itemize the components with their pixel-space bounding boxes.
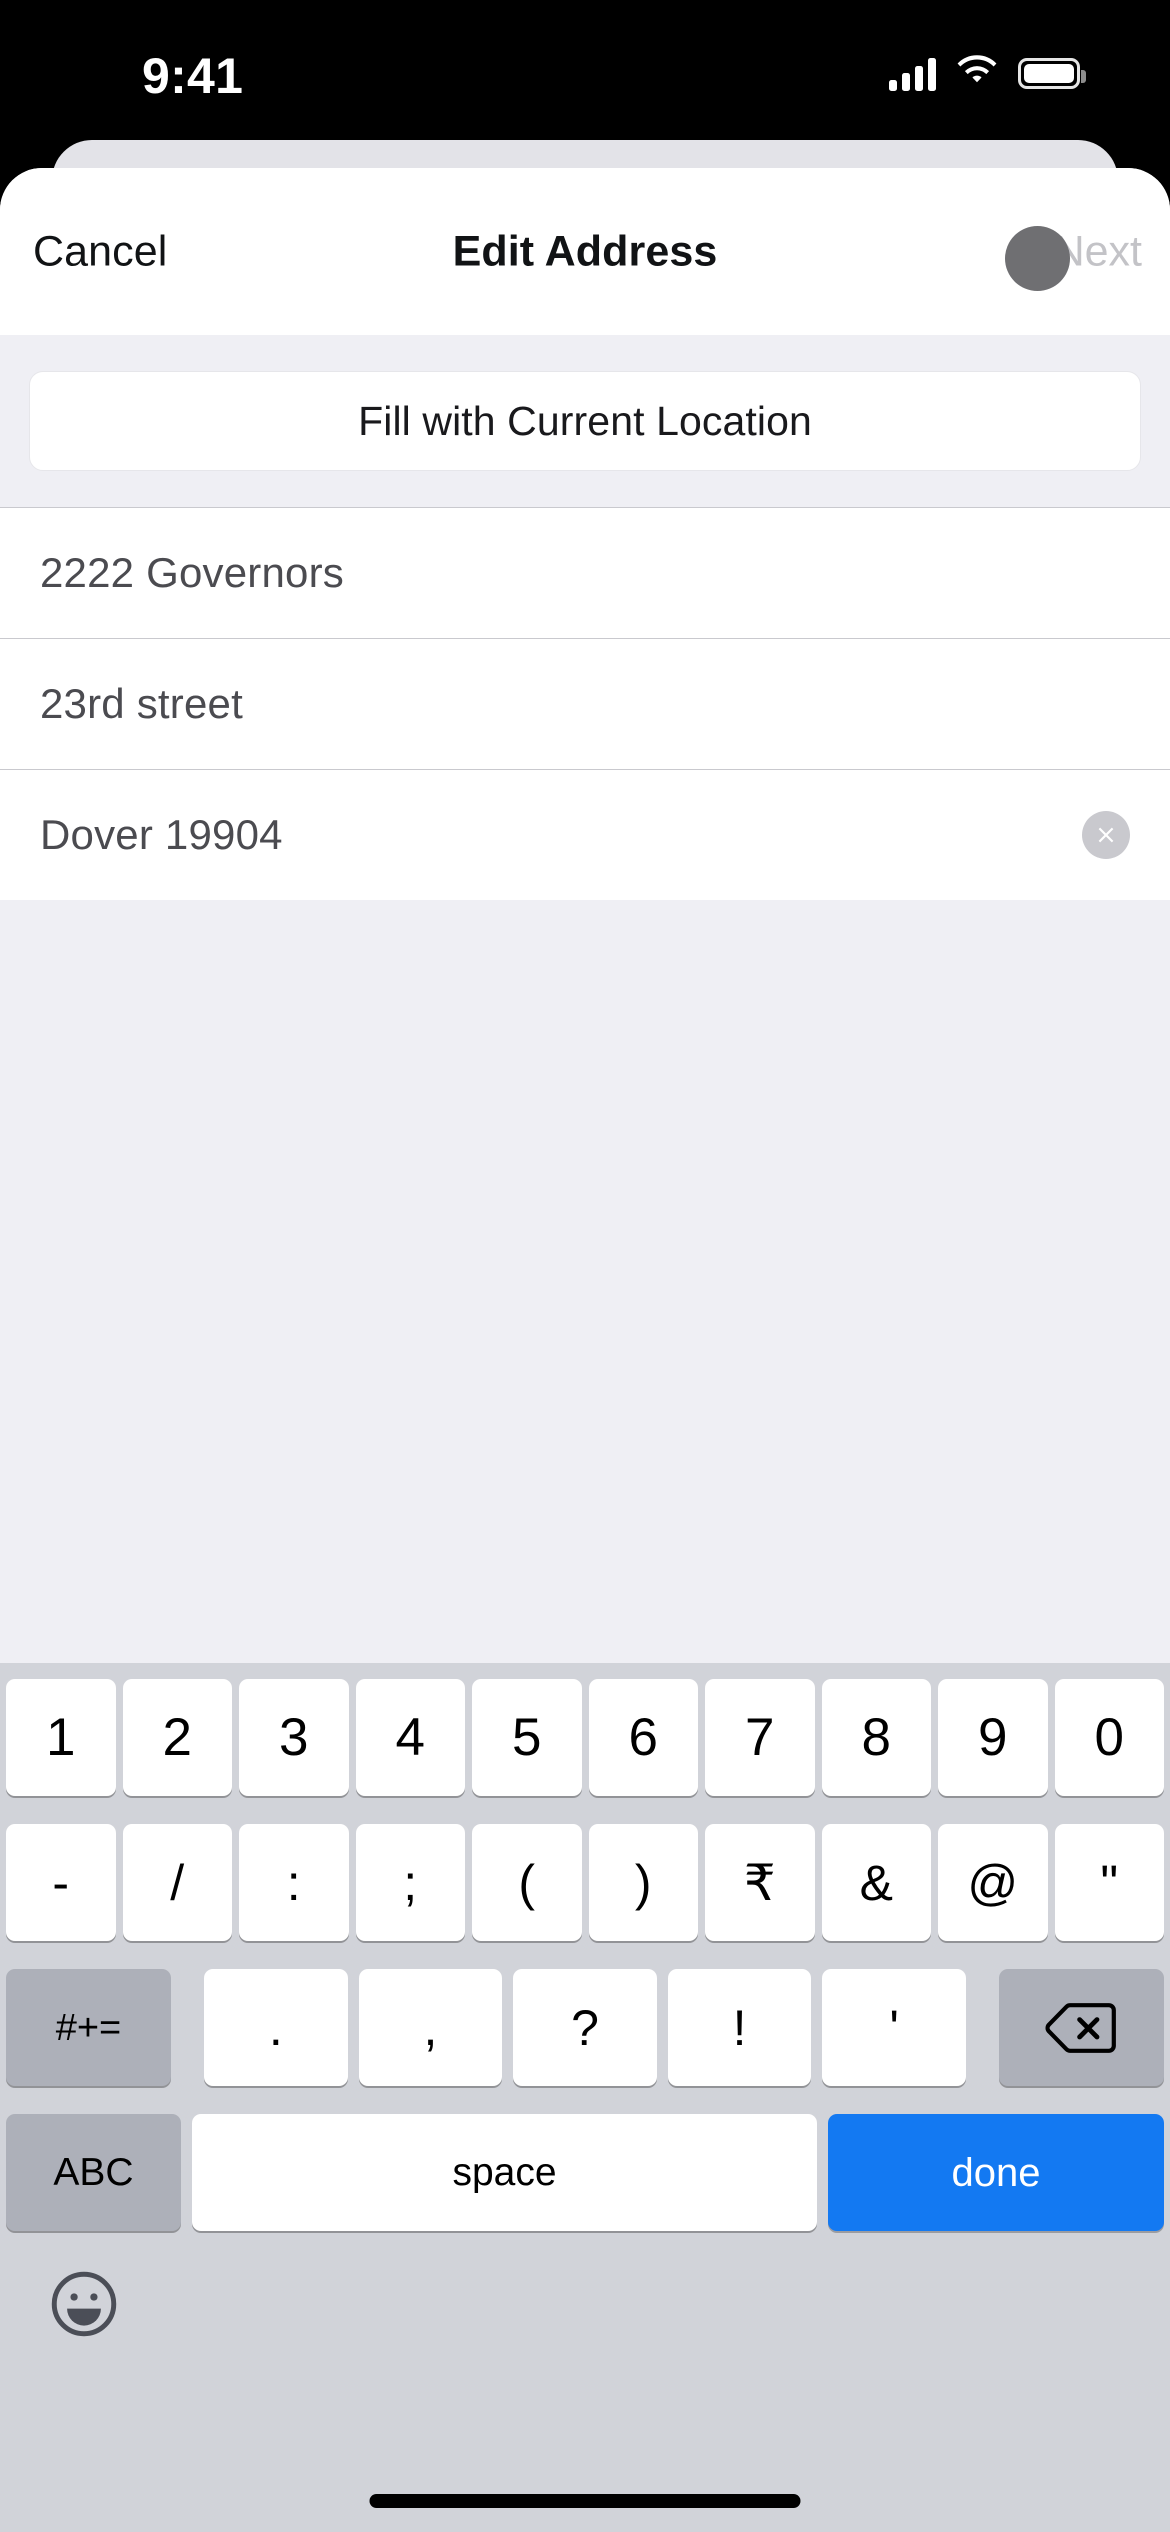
key-slash[interactable]: / <box>122 1824 232 1941</box>
next-button[interactable]: Next <box>1054 227 1142 276</box>
keyboard-bottom-bar <box>0 2231 1170 2446</box>
address-line-2-value: 23rd street <box>40 679 243 727</box>
key-semicolon[interactable]: ; <box>355 1824 465 1941</box>
city-zip-value: Dover 19904 <box>40 810 283 858</box>
key-3[interactable]: 3 <box>239 1679 349 1796</box>
emoji-glyph <box>51 2271 117 2337</box>
key-9[interactable]: 9 <box>938 1679 1048 1796</box>
address-line-1-value: 2222 Governors <box>40 548 344 596</box>
keyboard-row-numbers: 1 2 3 4 5 6 7 8 9 0 <box>0 1679 1170 1796</box>
address-fields-group: 2222 Governors 23rd street Dover 19904 <box>0 507 1170 900</box>
keyboard-row-punctuation: #+= . , ? ! ' <box>0 1969 1170 2086</box>
wifi-icon <box>956 55 998 92</box>
clear-text-icon[interactable] <box>1082 810 1130 859</box>
key-5[interactable]: 5 <box>472 1679 582 1796</box>
fill-with-current-location-button[interactable]: Fill with Current Location <box>29 371 1141 471</box>
address-field-row-2[interactable]: 23rd street <box>0 638 1170 769</box>
address-field-row-1[interactable]: 2222 Governors <box>0 507 1170 638</box>
software-keyboard: 1 2 3 4 5 6 7 8 9 0 - / : ; ( ) ₹ & @ " … <box>0 1663 1170 2532</box>
backspace-glyph <box>1045 2002 1117 2053</box>
key-8[interactable]: 8 <box>821 1679 931 1796</box>
backspace-icon[interactable] <box>998 1969 1164 2086</box>
edit-address-modal-sheet: Cancel Edit Address Next Fill with Curre… <box>0 168 1170 2532</box>
cellular-signal-icon <box>889 57 936 91</box>
key-apostrophe[interactable]: ' <box>822 1969 966 2086</box>
battery-icon <box>1018 58 1086 89</box>
key-abc-toggle[interactable]: ABC <box>6 2114 181 2231</box>
status-bar: 9:41 <box>0 0 1170 150</box>
key-4[interactable]: 4 <box>355 1679 465 1796</box>
key-7[interactable]: 7 <box>705 1679 815 1796</box>
iphone-screen: 9:41 Cancel Edit Address Next Fill with … <box>0 0 1170 2532</box>
key-hyphen[interactable]: - <box>6 1824 116 1941</box>
key-0[interactable]: 0 <box>1054 1679 1164 1796</box>
address-field-row-3[interactable]: Dover 19904 <box>0 769 1170 900</box>
page-title: Edit Address <box>452 227 718 275</box>
key-symbols-toggle[interactable]: #+= <box>6 1969 171 2086</box>
key-space[interactable]: space <box>192 2114 817 2231</box>
key-paren-close[interactable]: ) <box>588 1824 698 1941</box>
key-2[interactable]: 2 <box>122 1679 232 1796</box>
key-6[interactable]: 6 <box>588 1679 698 1796</box>
key-colon[interactable]: : <box>239 1824 349 1941</box>
key-paren-open[interactable]: ( <box>472 1824 582 1941</box>
key-question[interactable]: ? <box>513 1969 657 2086</box>
home-indicator <box>369 2494 801 2508</box>
key-ampersand[interactable]: & <box>821 1824 931 1941</box>
key-1[interactable]: 1 <box>6 1679 116 1796</box>
key-quote-double[interactable]: " <box>1054 1824 1164 1941</box>
fill-location-section: Fill with Current Location <box>0 335 1170 507</box>
key-period[interactable]: . <box>204 1969 348 2086</box>
key-exclamation[interactable]: ! <box>667 1969 812 2086</box>
keyboard-row-bottom: ABC space done <box>0 2114 1170 2231</box>
key-rupee[interactable]: ₹ <box>705 1824 815 1941</box>
keyboard-row-symbols: - / : ; ( ) ₹ & @ " <box>0 1824 1170 1941</box>
status-bar-icons <box>889 55 1086 92</box>
close-icon <box>1098 827 1114 842</box>
status-bar-clock: 9:41 <box>142 48 244 104</box>
emoji-smiley-icon[interactable] <box>49 2269 119 2339</box>
key-comma[interactable]: , <box>358 1969 503 2086</box>
navigation-bar: Cancel Edit Address Next <box>0 168 1170 335</box>
form-content-area: Fill with Current Location 2222 Governor… <box>0 335 1170 1830</box>
key-done[interactable]: done <box>828 2114 1164 2231</box>
key-at[interactable]: @ <box>938 1824 1048 1941</box>
